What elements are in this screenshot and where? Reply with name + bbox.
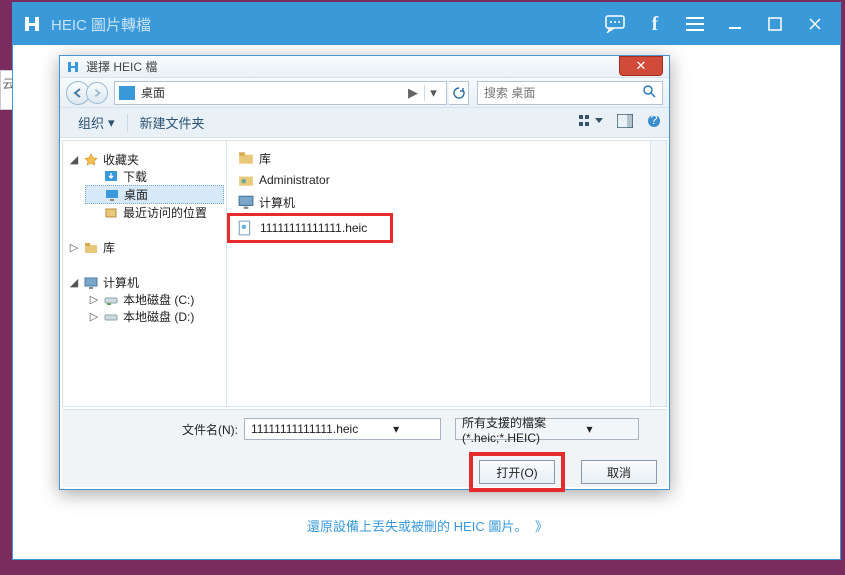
filter-label: 所有支援的檔案(*.heic;*.HEIC) (462, 414, 547, 445)
dialog-app-icon (66, 60, 80, 74)
menu-icon[interactable] (684, 13, 706, 35)
organize-label: 组织 (78, 113, 104, 132)
desktop-icon (104, 187, 120, 203)
dialog-nav: 桌面 ▶ ▾ (60, 78, 669, 108)
tree-drive-c[interactable]: ▷ 本地磁盘 (C:) (85, 291, 224, 308)
tree-label: 本地磁盘 (D:) (123, 308, 194, 325)
chevron-down-icon[interactable]: ▾ (358, 422, 434, 436)
file-label: 计算机 (259, 194, 295, 211)
selected-file-name[interactable]: 11111111111111.heic (260, 221, 367, 235)
search-box[interactable] (477, 81, 663, 105)
expand-icon: ▷ (89, 293, 99, 306)
file-dialog: 選擇 HEIC 檔 ✕ 桌面 ▶ ▾ 组织 ▾ 新建文件夹 ? (59, 55, 670, 490)
maximize-icon[interactable] (764, 13, 786, 35)
open-button-highlight: 打开(O) (469, 452, 565, 492)
computer-icon (83, 275, 99, 291)
search-input[interactable] (484, 86, 642, 100)
collapse-icon: ◢ (69, 276, 79, 289)
file-item-computer[interactable]: 计算机 (233, 191, 660, 213)
dialog-body: ◢ 收藏夹 ▸下载 ▸桌面 ▸最近访问的位置 ▷库 ◢计算机 (62, 140, 667, 407)
chevron-down-icon: ▾ (108, 115, 115, 131)
refresh-button[interactable] (449, 81, 469, 105)
tree-label: 收藏夹 (103, 151, 139, 168)
search-icon (642, 84, 656, 101)
expand-icon: ▷ (69, 241, 79, 254)
breadcrumb[interactable]: 桌面 ▶ ▾ (114, 81, 447, 105)
chevron-right-icon: ▶ (402, 85, 424, 101)
restore-link[interactable]: 還原設備上丟失或被刪的 HEIC 圖片。 》 (13, 516, 840, 535)
library-icon (237, 149, 255, 167)
file-item-admin[interactable]: Administrator (233, 169, 660, 191)
dialog-footer: 文件名(N): 11111111111111.heic ▾ 所有支援的檔案(*.… (62, 409, 667, 487)
tree-label: 库 (103, 239, 115, 256)
tree-label: 计算机 (103, 274, 139, 291)
filename-value: 11111111111111.heic (251, 422, 358, 436)
filename-input[interactable]: 11111111111111.heic ▾ (244, 418, 441, 440)
star-icon (83, 152, 99, 168)
help-button[interactable]: ? (647, 114, 661, 131)
tree-libraries[interactable]: ▷库 (65, 239, 224, 256)
app-titlebar: HEIC 圖片轉檔 f (13, 3, 840, 45)
tree-downloads[interactable]: ▸下载 (85, 168, 224, 185)
tree-label: 最近访问的位置 (123, 204, 207, 221)
tree-label: 本地磁盘 (C:) (123, 291, 194, 308)
separator (127, 114, 128, 132)
dialog-title: 選擇 HEIC 檔 (86, 58, 619, 75)
file-label: 库 (259, 150, 271, 167)
library-icon (83, 240, 99, 256)
organize-button[interactable]: 组织 ▾ (68, 113, 125, 132)
scrollbar[interactable] (650, 141, 666, 406)
tree-favorites[interactable]: ◢ 收藏夹 (65, 151, 224, 168)
feedback-icon[interactable] (604, 13, 626, 35)
close-icon[interactable] (804, 13, 826, 35)
tree-drive-d[interactable]: ▷ 本地磁盘 (D:) (85, 308, 224, 325)
drive-icon (103, 292, 119, 308)
computer-icon (237, 193, 255, 211)
breadcrumb-dropdown[interactable]: ▾ (424, 85, 442, 101)
folder-tree: ◢ 收藏夹 ▸下载 ▸桌面 ▸最近访问的位置 ▷库 ◢计算机 (63, 141, 227, 406)
selected-file-highlight: 11111111111111.heic (227, 213, 393, 243)
cancel-button[interactable]: 取消 (581, 460, 657, 484)
dialog-close-button[interactable]: ✕ (619, 56, 663, 76)
chevron-down-icon: ▾ (547, 422, 632, 436)
facebook-icon[interactable]: f (644, 13, 666, 35)
view-options-button[interactable] (579, 114, 603, 131)
expand-icon: ▷ (89, 310, 99, 323)
download-icon (103, 169, 119, 185)
new-folder-button[interactable]: 新建文件夹 (130, 113, 215, 132)
preview-pane-button[interactable] (617, 114, 633, 131)
file-item-libraries[interactable]: 库 (233, 147, 660, 169)
dialog-toolbar: 组织 ▾ 新建文件夹 ? (60, 108, 669, 138)
filename-label: 文件名(N): (182, 421, 238, 438)
breadcrumb-text: 桌面 (141, 84, 402, 101)
collapse-icon: ◢ (69, 153, 79, 166)
tree-label: 桌面 (124, 186, 148, 203)
open-button[interactable]: 打开(O) (479, 460, 555, 484)
heic-file-icon (236, 219, 254, 237)
minimize-icon[interactable] (724, 13, 746, 35)
user-folder-icon (237, 171, 255, 189)
tree-recent[interactable]: ▸最近访问的位置 (85, 204, 224, 221)
tree-label: 下载 (123, 168, 147, 185)
tree-desktop[interactable]: ▸桌面 (85, 185, 224, 204)
chevron-right-icon: 》 (535, 519, 546, 534)
dialog-titlebar: 選擇 HEIC 檔 ✕ (60, 56, 669, 78)
drive-icon (103, 309, 119, 325)
svg-text:?: ? (650, 114, 657, 127)
folder-icon (119, 86, 135, 100)
recent-icon (103, 205, 119, 221)
restore-link-text: 還原設備上丟失或被刪的 HEIC 圖片。 (307, 519, 527, 534)
file-label: Administrator (259, 173, 330, 187)
filetype-filter[interactable]: 所有支援的檔案(*.heic;*.HEIC) ▾ (455, 418, 639, 440)
app-logo-icon (21, 13, 43, 35)
app-title: HEIC 圖片轉檔 (51, 14, 604, 35)
nav-forward-button[interactable] (86, 82, 108, 104)
file-list: 库 Administrator 计算机 网络 11111111111111.he… (227, 141, 666, 406)
app-actions: f (604, 13, 826, 35)
tree-computer[interactable]: ◢ 计算机 (65, 274, 224, 291)
